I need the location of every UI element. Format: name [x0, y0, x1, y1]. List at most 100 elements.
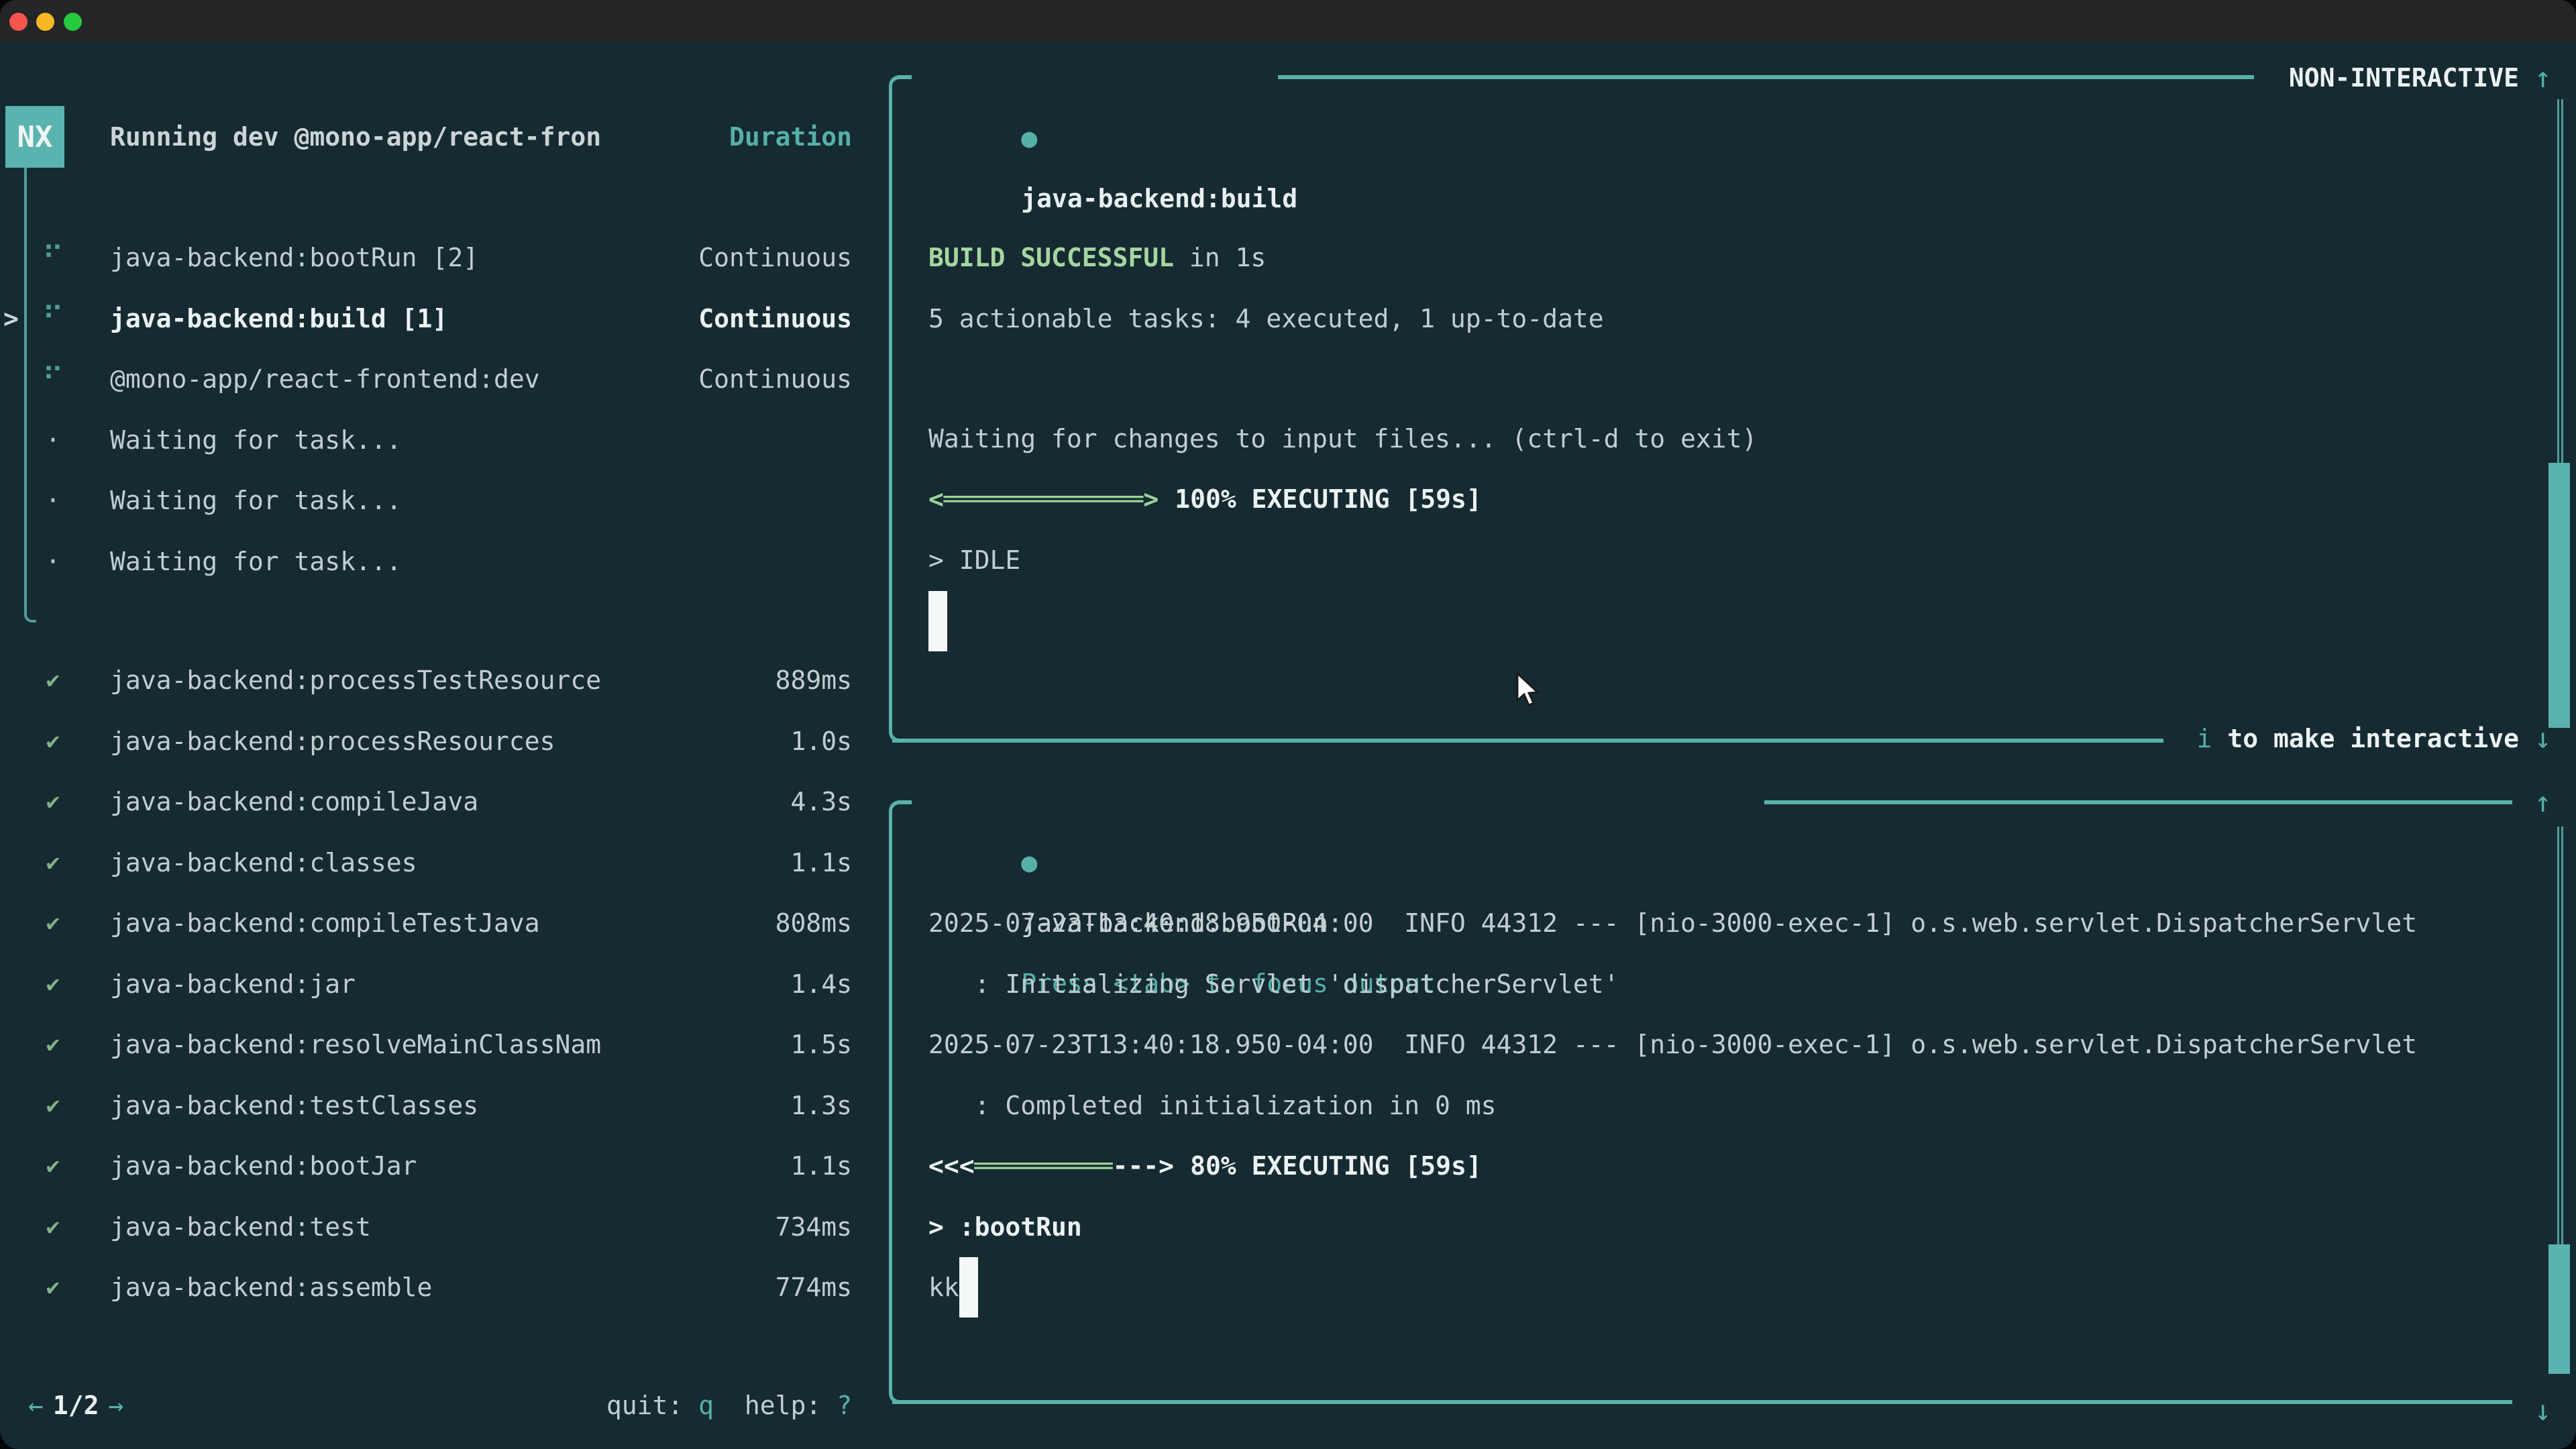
duration-column-header: Duration — [729, 106, 852, 168]
task-row[interactable]: ✔ java-backend:testClasses 1.3s — [0, 1075, 889, 1136]
interactive-hint-key: i — [2197, 724, 2212, 753]
idle-line: > IDLE — [928, 530, 1020, 590]
task-row[interactable]: > · Waiting for task... — [0, 410, 889, 471]
task-duration: 4.3s — [790, 787, 852, 816]
task-duration: 734ms — [775, 1212, 852, 1242]
scroll-down-arrow-icon[interactable]: ↓ — [2534, 708, 2551, 769]
build-header-rule — [1278, 75, 2254, 79]
task-status-icon: ✔ — [30, 1152, 76, 1179]
task-status-icon: ✔ — [30, 849, 76, 876]
task-status-icon: ✔ — [30, 1031, 76, 1058]
build-panel-title: java-backend:build — [1021, 184, 1297, 213]
scroll-up-arrow-icon[interactable]: ↑ — [2534, 772, 2551, 833]
task-duration: 1.1s — [790, 848, 852, 877]
scroll-up-arrow-icon[interactable]: ↑ — [2534, 48, 2551, 108]
task-row[interactable]: > ⠋ java-backend:build [1] Continuous — [0, 288, 889, 350]
task-name: java-backend:processTestResource — [110, 665, 601, 695]
keyboard-hints: quit: q help: ? — [606, 1375, 852, 1436]
task-row[interactable]: > ⠋ java-backend:bootRun [2] Continuous — [0, 227, 889, 288]
task-status-icon: · — [30, 486, 76, 515]
scroll-down-arrow-icon[interactable]: ↓ — [2534, 1381, 2551, 1441]
task-row[interactable]: ✔ java-backend:assemble 774ms — [0, 1257, 889, 1318]
progress-bar-close: > — [1143, 484, 1159, 514]
task-row[interactable]: ✔ java-backend:compileTestJava 808ms — [0, 893, 889, 954]
log-line: : Completed initialization in 0 ms — [928, 1075, 1496, 1136]
completed-task-list: ✔ java-backend:processTestResource 889ms… — [0, 650, 889, 1318]
mouse-pointer-icon — [1515, 672, 1544, 716]
bootrun-scrollbar-thumb[interactable] — [2548, 1244, 2570, 1374]
task-row[interactable]: ✔ java-backend:classes 1.1s — [0, 833, 889, 894]
task-row[interactable]: > · Waiting for task... — [0, 531, 889, 592]
task-row[interactable]: ✔ java-backend:processResources 1.0s — [0, 711, 889, 772]
task-name: @mono-app/react-frontend:dev — [110, 364, 540, 394]
task-status-icon: ✔ — [30, 728, 76, 755]
quit-key: q — [698, 1391, 714, 1420]
task-row[interactable]: ✔ java-backend:processTestResource 889ms — [0, 650, 889, 711]
maximize-button[interactable] — [64, 13, 82, 31]
log-line: 2025-07-23T13:40:18.950-04:00 INFO 44312… — [928, 893, 2417, 953]
task-name: java-backend:testClasses — [110, 1091, 478, 1120]
terminal-window: NX Running dev @mono-app/react-fron Dura… — [0, 0, 2576, 1449]
next-page-arrow-icon[interactable]: → — [109, 1391, 124, 1420]
pagination: ← 1/2 → — [28, 1375, 123, 1436]
bootrun-input-text: kk — [928, 1257, 959, 1318]
task-name: Waiting for task... — [110, 425, 402, 455]
task-sidebar: NX Running dev @mono-app/react-fron Dura… — [0, 42, 889, 1449]
task-duration: 774ms — [775, 1273, 852, 1302]
task-row[interactable]: ✔ java-backend:jar 1.4s — [0, 954, 889, 1015]
task-name: Waiting for task... — [110, 547, 402, 576]
task-status-icon: ✔ — [30, 788, 76, 815]
task-row[interactable]: > ⠋ @mono-app/react-frontend:dev Continu… — [0, 349, 889, 410]
log-line: 2025-07-23T13:40:18.950-04:00 INFO 44312… — [928, 1014, 2417, 1075]
minimize-button[interactable] — [36, 13, 54, 31]
task-name: java-backend:assemble — [110, 1273, 432, 1302]
help-key: ? — [837, 1391, 852, 1420]
task-duration: 1.4s — [790, 969, 852, 999]
build-scrollbar-track[interactable] — [2557, 99, 2563, 463]
prev-page-arrow-icon[interactable]: ← — [28, 1391, 44, 1420]
build-footer-rule — [892, 739, 2163, 743]
task-name: java-backend:bootRun [2] — [110, 243, 478, 272]
build-success-label: BUILD SUCCESSFUL — [928, 243, 1174, 272]
task-row[interactable]: ✔ java-backend:compileJava 4.3s — [0, 771, 889, 833]
bootrun-scrollbar-track[interactable] — [2557, 826, 2563, 1244]
build-success-line: BUILD SUCCESSFUL in 1s — [928, 227, 1266, 288]
bootrun-panel-header: ● java-backend:bootRun Press <tab> to fo… — [929, 772, 1436, 833]
progress-status: 100% EXECUTING [59s] — [1175, 484, 1482, 514]
task-running-dot-icon: ● — [1021, 123, 1037, 154]
waiting-for-changes-line: Waiting for changes to input files... (c… — [928, 409, 1757, 469]
task-status-icon: ✔ — [30, 971, 76, 998]
selected-task-chevron-icon: > — [3, 304, 19, 333]
terminal-cursor — [959, 1257, 978, 1318]
page-indicator: 1/2 — [53, 1391, 99, 1420]
task-name: java-backend:processResources — [110, 727, 555, 756]
task-duration: 1.5s — [790, 1030, 852, 1059]
progress-bar-open: <<< — [928, 1151, 975, 1181]
task-status-icon: ✔ — [30, 1214, 76, 1240]
build-scrollbar-thumb[interactable] — [2548, 463, 2570, 728]
task-row[interactable]: ✔ java-backend:resolveMainClassNam 1.5s — [0, 1014, 889, 1075]
bootrun-prompt-line: > :bootRun — [928, 1197, 1082, 1257]
task-status-icon: ✔ — [30, 1092, 76, 1119]
task-status-icon: ⠋ — [30, 301, 76, 335]
build-panel-header: ● java-backend:build — [929, 48, 1297, 108]
progress-bar: ═════════ — [975, 1151, 1113, 1181]
sidebar-title: Running dev @mono-app/react-fron — [110, 106, 601, 168]
task-row[interactable]: ✔ java-backend:test 734ms — [0, 1197, 889, 1258]
build-success-duration: in 1s — [1174, 243, 1266, 272]
quit-hint-label: quit: — [606, 1391, 683, 1420]
task-row[interactable]: > · Waiting for task... — [0, 470, 889, 531]
build-panel-border — [889, 75, 912, 743]
task-row[interactable]: ✔ java-backend:bootJar 1.1s — [0, 1136, 889, 1197]
task-name: java-backend:compileJava — [110, 787, 478, 816]
close-button[interactable] — [9, 13, 28, 31]
terminal-cursor — [928, 591, 947, 651]
task-duration: Continuous — [698, 304, 852, 333]
task-status-icon: ⠋ — [30, 241, 76, 275]
task-duration: 808ms — [775, 908, 852, 938]
task-duration: 889ms — [775, 665, 852, 695]
running-task-list: > ⠋ java-backend:bootRun [2] Continuous … — [0, 227, 889, 592]
actionable-tasks-line: 5 actionable tasks: 4 executed, 1 up-to-… — [928, 288, 1604, 349]
task-name: java-backend:build [1] — [110, 304, 447, 333]
task-name: java-backend:bootJar — [110, 1151, 417, 1181]
